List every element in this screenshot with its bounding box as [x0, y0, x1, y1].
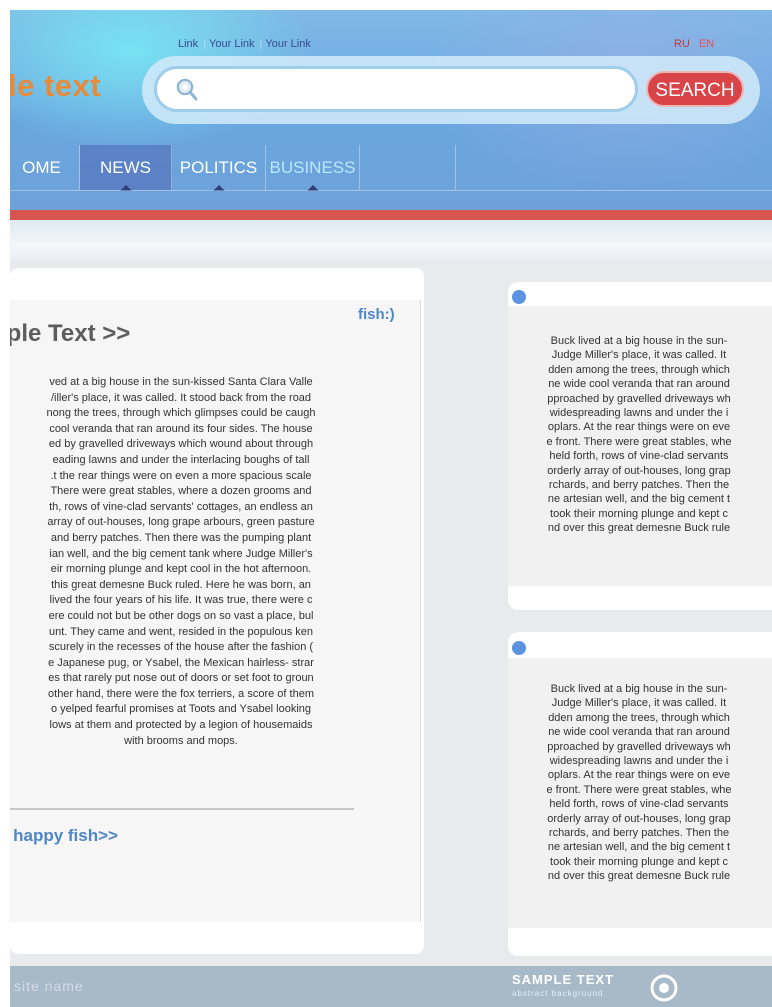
top-links: Link | Your Link | Your Link	[178, 38, 311, 50]
footer: site name SAMPLE TEXT abstract backgroun…	[10, 966, 772, 1007]
nav-label-news: NEWS	[100, 158, 151, 177]
card-line: oplars. At the rear things were on eve	[547, 421, 731, 434]
nav-item-business[interactable]: BUSINESS	[266, 145, 360, 191]
top-link-3[interactable]: Your Link	[265, 38, 310, 50]
article-line: lows at them and protected by a legion o…	[49, 719, 313, 732]
accent-stripe	[10, 210, 772, 220]
article-line: cool veranda that ran around its four si…	[49, 422, 313, 435]
search-box[interactable]	[154, 66, 638, 112]
card-line: held forth, rows of vine-clad servants	[549, 798, 729, 811]
article-title[interactable]: nple Text >>	[0, 320, 130, 348]
article-line: es that rarely put nose out of doors or …	[48, 672, 314, 685]
card-line: nd over this great demesne Buck rule	[547, 870, 731, 883]
card-line: ne artesian well, and the big cement t	[547, 493, 731, 506]
card-line: took their morning plunge and kept c	[550, 855, 728, 868]
lang-ru[interactable]: RU	[674, 38, 690, 50]
card-line: pproached by gravelled driveways wh	[547, 740, 731, 753]
top-link-2[interactable]: Your Link	[209, 38, 254, 50]
card-line: oplars. At the rear things were on eve	[547, 769, 731, 782]
article-line: There were great stables, where a dozen …	[50, 485, 312, 498]
search-input[interactable]	[209, 75, 633, 105]
card-line: nd over this great demesne Buck rule	[547, 522, 731, 535]
card-line: pproached by gravelled driveways wh	[547, 392, 731, 405]
card-line: took their morning plunge and kept c	[550, 507, 728, 520]
article-body: ved at a big house in the sun-kissed San…	[0, 375, 362, 759]
subheader-band	[10, 220, 772, 262]
right-card-2-text: Buck lived at a big house in the sun- Jud…	[508, 682, 770, 884]
nav-label-business: BUSINESS	[269, 158, 356, 177]
card-line: orderly array of out-houses, long grap	[547, 464, 731, 477]
card-line: widespreading lawns and under the i	[549, 755, 729, 768]
article-line: th, rows of vine-clad servants' cottages…	[49, 500, 313, 513]
article-line: eading lawns and under the interlacing b…	[52, 453, 310, 466]
right-card-1: Buck lived at a big house in the sun- Jud…	[508, 282, 772, 610]
card-line: orderly array of out-houses, long grap	[547, 812, 731, 825]
article-line: unt. They came and went, resided in the …	[49, 625, 313, 638]
nav-divider	[10, 190, 772, 191]
article-line: nong the trees, through which glimpses c…	[46, 407, 316, 420]
top-margin	[0, 0, 772, 10]
card-line: e front. There were great stables, whe	[546, 435, 732, 448]
card-line: widespreading lawns and under the i	[549, 407, 729, 420]
article-line: scurely in the recesses of the house aft…	[48, 641, 314, 654]
article-line: and berry patches. Then there was the pu…	[50, 531, 312, 544]
article-divider	[10, 808, 354, 810]
article-line: ed by gravelled driveways which wound ab…	[48, 438, 314, 451]
card-line: Judge Miller's place, it was called. It	[551, 349, 727, 362]
card-line: Buck lived at a big house in the sun-	[550, 335, 728, 347]
footer-site-name: site name	[14, 978, 84, 994]
lang-en[interactable]: EN	[699, 38, 714, 50]
footer-subtitle: abstract background	[512, 989, 604, 998]
top-link-1[interactable]: Link	[178, 38, 198, 50]
card-line: rchards, and berry patches. Then the	[548, 479, 730, 492]
site-title: le text	[10, 68, 102, 103]
article-tag[interactable]: fish:)	[358, 306, 395, 323]
article-line: this great demesne Buck ruled. Here he w…	[51, 578, 311, 591]
article-line: .t the rear things were on even a more s…	[50, 469, 312, 482]
header: Link | Your Link | Your Link RU EN le text S…	[10, 10, 772, 210]
article-line: o yelped fearful promises at Toots and Y…	[50, 703, 312, 716]
card-line: ne artesian well, and the big cement t	[547, 841, 731, 854]
left-margin	[0, 0, 10, 1007]
logo-icon	[650, 974, 678, 1002]
article-line: array of out-houses, long grape arbours,…	[47, 516, 315, 529]
article-line: ere could not but be other dogs on so va…	[48, 609, 314, 622]
main-nav: OME NEWS POLITICS BUSINESS	[10, 145, 772, 191]
card-line: held forth, rows of vine-clad servants	[549, 450, 729, 463]
bullet-icon	[512, 290, 526, 304]
nav-item-home[interactable]: OME	[10, 145, 80, 190]
card-line: ne wide cool veranda that ran around	[548, 726, 730, 739]
article-line: ian well, and the big cement tank where …	[49, 547, 313, 560]
search-button[interactable]: SEARCH	[646, 71, 744, 107]
card-line: Judge Miller's place, it was called. It	[551, 697, 727, 710]
nav-item-news[interactable]: NEWS	[80, 145, 172, 191]
article-line: /iller's place, it was called. It stood …	[50, 391, 312, 404]
search-icon	[176, 78, 198, 101]
article-line: lived the four years of his life. It was…	[49, 594, 313, 607]
nav-label-politics: POLITICS	[179, 158, 258, 177]
article-line: e Japanese pug, or Ysabel, the Mexican h…	[48, 656, 314, 669]
card-line: dden among the trees, through which	[548, 363, 730, 376]
article-line: other hand, there were the fox terriers,…	[48, 687, 314, 700]
card-line: dden among the trees, through which	[548, 711, 730, 724]
card-line: ne wide cool veranda that ran around	[548, 378, 730, 391]
language-switcher: RU EN	[674, 38, 714, 50]
bullet-icon	[512, 641, 526, 655]
footer-brand: SAMPLE TEXT	[512, 972, 615, 987]
right-card-2: Buck lived at a big house in the sun- Jud…	[508, 632, 772, 956]
nav-item-empty-2	[456, 145, 772, 190]
article-line: ved at a big house in the sun-kissed San…	[49, 376, 313, 388]
article-line: with brooms and mops.	[124, 734, 238, 747]
nav-item-empty-1[interactable]	[360, 145, 456, 190]
card-line: Buck lived at a big house in the sun-	[550, 683, 728, 695]
nav-label-home: OME	[22, 158, 61, 177]
nav-item-politics[interactable]: POLITICS	[172, 145, 266, 191]
article-line: eir morning plunge and kept cool in the …	[50, 563, 312, 576]
card-line: rchards, and berry patches. Then the	[548, 827, 730, 840]
right-card-1-text: Buck lived at a big house in the sun- Jud…	[508, 334, 770, 536]
card-line: e front. There were great stables, whe	[546, 783, 732, 796]
article-read-more-link[interactable]: t. happy fish>>	[0, 826, 118, 846]
